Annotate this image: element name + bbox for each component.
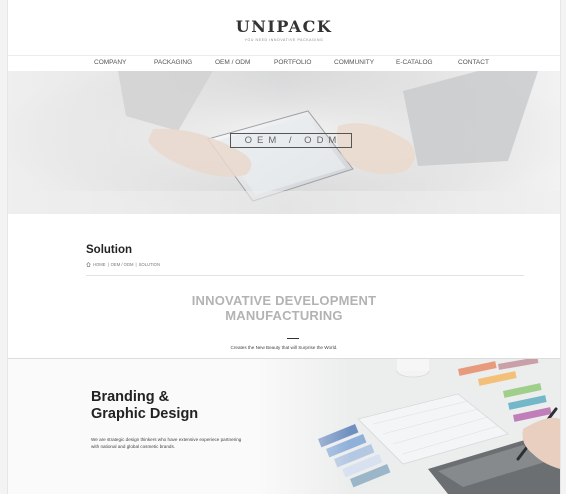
home-icon[interactable] bbox=[86, 262, 91, 267]
branding-desc-line1: We are strategic design thinkers who hav… bbox=[91, 437, 242, 442]
logo-tagline: YOU NEED INNOVATIVE PACKAGING bbox=[244, 38, 324, 42]
nav-community[interactable]: COMMUNITY bbox=[334, 59, 374, 66]
page-title: Solution bbox=[86, 244, 132, 256]
branding-description: We are strategic design thinkers who hav… bbox=[91, 436, 311, 450]
nav-packaging[interactable]: PACKAGING bbox=[154, 59, 192, 66]
branding-title-line1: Branding & bbox=[91, 389, 170, 405]
nav-portfolio[interactable]: PORTFOLIO bbox=[274, 59, 311, 66]
intro-divider bbox=[287, 338, 299, 339]
nav-contact[interactable]: CONTACT bbox=[458, 59, 489, 66]
breadcrumb-home[interactable]: HOME bbox=[93, 262, 106, 267]
intro-heading-line1: INNOVATIVE DEVELOPMENT bbox=[191, 293, 377, 308]
breadcrumb-separator: | bbox=[107, 262, 109, 267]
branding-section: Branding & Graphic Design We are strateg… bbox=[8, 359, 560, 494]
hero-title: OEM / ODM bbox=[244, 135, 342, 146]
branding-title-line2: Graphic Design bbox=[91, 406, 199, 422]
logo-text: UNIPACK bbox=[235, 17, 333, 36]
branding-title: Branding & Graphic Design bbox=[91, 389, 198, 423]
intro-heading: INNOVATIVE DEVELOPMENT MANUFACTURING bbox=[8, 293, 560, 323]
breadcrumb-separator: | bbox=[135, 262, 137, 267]
branding-photo bbox=[8, 359, 560, 494]
page: UNIPACK YOU NEED INNOVATIVE PACKAGING CO… bbox=[7, 0, 561, 494]
breadcrumb-solution: SOLUTION bbox=[138, 262, 160, 267]
branding-desc-line2: with national and global cosmetic brands… bbox=[91, 444, 176, 449]
site-logo[interactable]: UNIPACK YOU NEED INNOVATIVE PACKAGING bbox=[8, 17, 560, 42]
breadcrumb: HOME | OEM / ODM | SOLUTION bbox=[86, 262, 160, 267]
intro-subtitle: Creates the New Beauty that will Surpris… bbox=[230, 345, 338, 350]
hero-title-box: OEM / ODM bbox=[230, 133, 352, 148]
intro-heading-line2: MANUFACTURING bbox=[225, 308, 343, 323]
site-header: UNIPACK YOU NEED INNOVATIVE PACKAGING bbox=[8, 0, 560, 56]
hero-banner: OEM / ODM bbox=[8, 71, 560, 214]
breadcrumb-oem-odm[interactable]: OEM / ODM bbox=[111, 262, 134, 267]
nav-company[interactable]: COMPANY bbox=[94, 59, 126, 66]
title-divider bbox=[86, 275, 524, 276]
nav-e-catalog[interactable]: E-CATALOG bbox=[396, 59, 433, 66]
nav-oem-odm[interactable]: OEM / ODM bbox=[215, 59, 250, 66]
main-nav: COMPANY PACKAGING OEM / ODM PORTFOLIO CO… bbox=[8, 56, 560, 71]
